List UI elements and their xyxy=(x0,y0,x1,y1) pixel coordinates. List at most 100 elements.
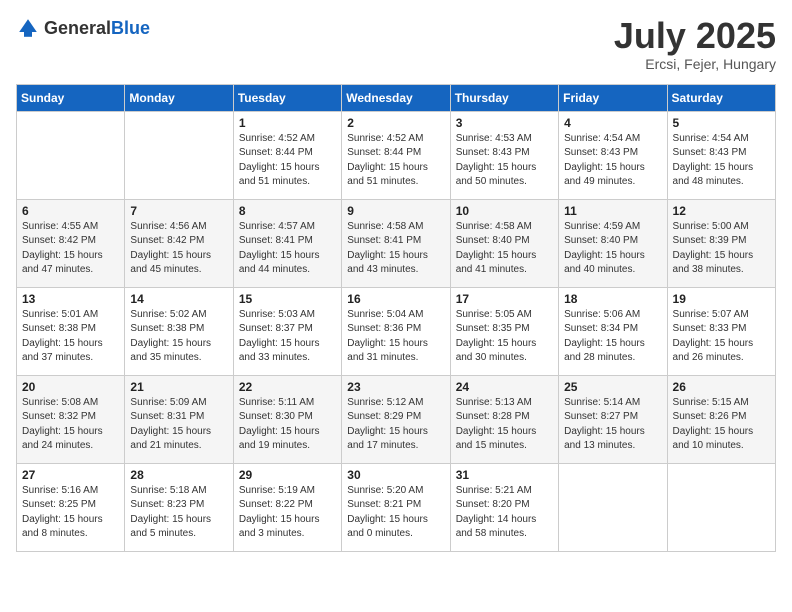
calendar-week-row: 1 Sunrise: 4:52 AMSunset: 8:44 PMDaylight… xyxy=(17,111,776,199)
day-number: 20 xyxy=(22,380,119,394)
day-info: Sunrise: 4:52 AMSunset: 8:44 PMDaylight:… xyxy=(239,133,320,188)
calendar-cell: 25 Sunrise: 5:14 AMSunset: 8:27 PMDayligh… xyxy=(559,375,667,463)
calendar-cell: 23 Sunrise: 5:12 AMSunset: 8:29 PMDayligh… xyxy=(342,375,450,463)
day-info: Sunrise: 4:55 AMSunset: 8:42 PMDaylight:… xyxy=(22,221,103,276)
calendar-header-cell: Thursday xyxy=(450,84,558,111)
calendar-body: 1 Sunrise: 4:52 AMSunset: 8:44 PMDaylight… xyxy=(17,111,776,551)
calendar-header-row: SundayMondayTuesdayWednesdayThursdayFrid… xyxy=(17,84,776,111)
calendar-cell: 30 Sunrise: 5:20 AMSunset: 8:21 PMDayligh… xyxy=(342,463,450,551)
calendar-cell: 12 Sunrise: 5:00 AMSunset: 8:39 PMDayligh… xyxy=(667,199,775,287)
day-info: Sunrise: 5:14 AMSunset: 8:27 PMDaylight:… xyxy=(564,397,645,452)
location-subtitle: Ercsi, Fejer, Hungary xyxy=(614,56,776,72)
day-number: 21 xyxy=(130,380,227,394)
calendar-header-cell: Wednesday xyxy=(342,84,450,111)
calendar-cell: 9Sunrise: 4:58 AMSunset: 8:41 PMDaylight… xyxy=(342,199,450,287)
day-number: 2 xyxy=(347,116,444,130)
logo-icon xyxy=(16,16,40,40)
month-title: July 2025 xyxy=(614,16,776,56)
day-info: Sunrise: 5:01 AMSunset: 8:38 PMDaylight:… xyxy=(22,309,103,364)
day-number: 6 xyxy=(22,204,119,218)
day-number: 25 xyxy=(564,380,661,394)
calendar-cell xyxy=(667,463,775,551)
calendar-cell: 31 Sunrise: 5:21 AMSunset: 8:20 PMDayligh… xyxy=(450,463,558,551)
calendar-cell: 24 Sunrise: 5:13 AMSunset: 8:28 PMDayligh… xyxy=(450,375,558,463)
day-number: 11 xyxy=(564,204,661,218)
calendar-cell: 15Sunrise: 5:03 AMSunset: 8:37 PMDayligh… xyxy=(233,287,341,375)
day-info: Sunrise: 4:56 AMSunset: 8:42 PMDaylight:… xyxy=(130,221,211,276)
calendar-cell: 27 Sunrise: 5:16 AMSunset: 8:25 PMDayligh… xyxy=(17,463,125,551)
day-number: 1 xyxy=(239,116,336,130)
calendar-cell: 18 Sunrise: 5:06 AMSunset: 8:34 PMDayligh… xyxy=(559,287,667,375)
day-number: 16 xyxy=(347,292,444,306)
day-info: Sunrise: 5:15 AMSunset: 8:26 PMDaylight:… xyxy=(673,397,754,452)
calendar-cell: 4Sunrise: 4:54 AMSunset: 8:43 PMDaylight… xyxy=(559,111,667,199)
day-info: Sunrise: 4:58 AMSunset: 8:40 PMDaylight:… xyxy=(456,221,537,276)
calendar-cell: 10Sunrise: 4:58 AMSunset: 8:40 PMDayligh… xyxy=(450,199,558,287)
day-number: 12 xyxy=(673,204,770,218)
calendar-week-row: 27 Sunrise: 5:16 AMSunset: 8:25 PMDayligh… xyxy=(17,463,776,551)
day-info: Sunrise: 5:06 AMSunset: 8:34 PMDaylight:… xyxy=(564,309,645,364)
day-number: 23 xyxy=(347,380,444,394)
day-number: 30 xyxy=(347,468,444,482)
calendar-cell: 11 Sunrise: 4:59 AMSunset: 8:40 PMDayligh… xyxy=(559,199,667,287)
day-info: Sunrise: 5:13 AMSunset: 8:28 PMDaylight:… xyxy=(456,397,537,452)
day-number: 4 xyxy=(564,116,661,130)
day-number: 18 xyxy=(564,292,661,306)
calendar-week-row: 13 Sunrise: 5:01 AMSunset: 8:38 PMDayligh… xyxy=(17,287,776,375)
day-info: Sunrise: 5:03 AMSunset: 8:37 PMDaylight:… xyxy=(239,309,320,364)
page-header: GeneralBlue July 2025 Ercsi, Fejer, Hung… xyxy=(16,16,776,72)
calendar-cell: 21 Sunrise: 5:09 AMSunset: 8:31 PMDayligh… xyxy=(125,375,233,463)
day-number: 19 xyxy=(673,292,770,306)
day-info: Sunrise: 5:08 AMSunset: 8:32 PMDaylight:… xyxy=(22,397,103,452)
calendar-cell: 6 Sunrise: 4:55 AMSunset: 8:42 PMDaylight… xyxy=(17,199,125,287)
day-number: 27 xyxy=(22,468,119,482)
day-info: Sunrise: 4:59 AMSunset: 8:40 PMDaylight:… xyxy=(564,221,645,276)
day-number: 29 xyxy=(239,468,336,482)
day-number: 22 xyxy=(239,380,336,394)
calendar-header-cell: Tuesday xyxy=(233,84,341,111)
day-info: Sunrise: 4:53 AMSunset: 8:43 PMDaylight:… xyxy=(456,133,537,188)
day-info: Sunrise: 5:19 AMSunset: 8:22 PMDaylight:… xyxy=(239,485,320,540)
day-info: Sunrise: 5:00 AMSunset: 8:39 PMDaylight:… xyxy=(673,221,754,276)
calendar-cell: 14 Sunrise: 5:02 AMSunset: 8:38 PMDayligh… xyxy=(125,287,233,375)
calendar-header-cell: Monday xyxy=(125,84,233,111)
calendar-cell: 22Sunrise: 5:11 AMSunset: 8:30 PMDayligh… xyxy=(233,375,341,463)
calendar-cell: 28Sunrise: 5:18 AMSunset: 8:23 PMDayligh… xyxy=(125,463,233,551)
calendar-cell: 20 Sunrise: 5:08 AMSunset: 8:32 PMDayligh… xyxy=(17,375,125,463)
day-info: Sunrise: 5:16 AMSunset: 8:25 PMDaylight:… xyxy=(22,485,103,540)
day-info: Sunrise: 5:07 AMSunset: 8:33 PMDaylight:… xyxy=(673,309,754,364)
day-number: 31 xyxy=(456,468,553,482)
day-info: Sunrise: 5:21 AMSunset: 8:20 PMDaylight:… xyxy=(456,485,537,540)
day-number: 5 xyxy=(673,116,770,130)
day-info: Sunrise: 5:09 AMSunset: 8:31 PMDaylight:… xyxy=(130,397,211,452)
calendar-cell: 2 Sunrise: 4:52 AMSunset: 8:44 PMDaylight… xyxy=(342,111,450,199)
calendar-cell: 3Sunrise: 4:53 AMSunset: 8:43 PMDaylight… xyxy=(450,111,558,199)
day-info: Sunrise: 5:20 AMSunset: 8:21 PMDaylight:… xyxy=(347,485,428,540)
calendar-cell xyxy=(17,111,125,199)
day-number: 8 xyxy=(239,204,336,218)
day-info: Sunrise: 4:54 AMSunset: 8:43 PMDaylight:… xyxy=(673,133,754,188)
day-number: 17 xyxy=(456,292,553,306)
day-info: Sunrise: 4:52 AMSunset: 8:44 PMDaylight:… xyxy=(347,133,428,188)
day-info: Sunrise: 5:12 AMSunset: 8:29 PMDaylight:… xyxy=(347,397,428,452)
calendar-table: SundayMondayTuesdayWednesdayThursdayFrid… xyxy=(16,84,776,552)
logo: GeneralBlue xyxy=(16,16,150,40)
calendar-week-row: 6 Sunrise: 4:55 AMSunset: 8:42 PMDaylight… xyxy=(17,199,776,287)
day-number: 14 xyxy=(130,292,227,306)
day-number: 13 xyxy=(22,292,119,306)
calendar-cell: 17Sunrise: 5:05 AMSunset: 8:35 PMDayligh… xyxy=(450,287,558,375)
calendar-header-cell: Sunday xyxy=(17,84,125,111)
day-number: 26 xyxy=(673,380,770,394)
calendar-cell xyxy=(125,111,233,199)
calendar-header-cell: Saturday xyxy=(667,84,775,111)
day-info: Sunrise: 5:02 AMSunset: 8:38 PMDaylight:… xyxy=(130,309,211,364)
day-number: 9 xyxy=(347,204,444,218)
calendar-cell: 16Sunrise: 5:04 AMSunset: 8:36 PMDayligh… xyxy=(342,287,450,375)
day-number: 24 xyxy=(456,380,553,394)
logo-general: General xyxy=(44,18,111,38)
calendar-cell: 8 Sunrise: 4:57 AMSunset: 8:41 PMDaylight… xyxy=(233,199,341,287)
logo-text: GeneralBlue xyxy=(44,18,150,39)
day-info: Sunrise: 4:57 AMSunset: 8:41 PMDaylight:… xyxy=(239,221,320,276)
calendar-cell xyxy=(559,463,667,551)
calendar-week-row: 20 Sunrise: 5:08 AMSunset: 8:32 PMDayligh… xyxy=(17,375,776,463)
